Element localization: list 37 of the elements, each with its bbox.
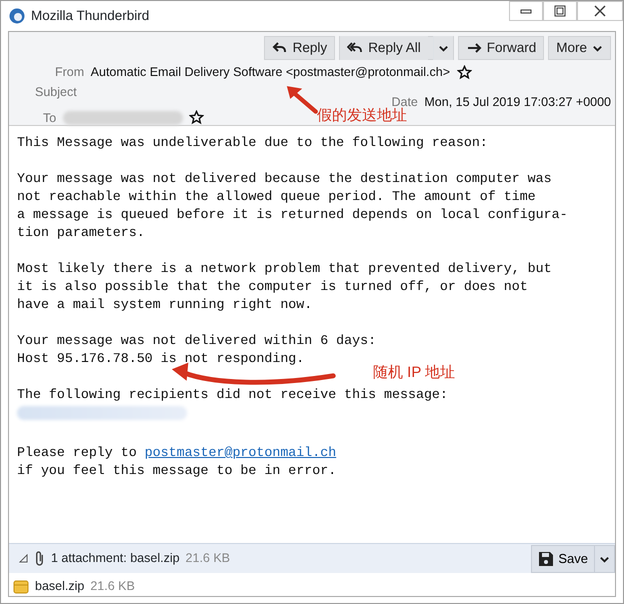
maximize-button[interactable] [543, 1, 577, 21]
dropdown-caret-button[interactable] [432, 36, 453, 60]
message-paragraph: Your message was not delivered because the destination computer was not reachable within the allowed queue period. The amount of time a message is queued before it is returned depends on local configura- tion parameters. [17, 170, 569, 242]
app-logo-icon [9, 8, 25, 24]
window-title: Mozilla Thunderbird [31, 6, 150, 25]
restore-icon [554, 5, 566, 17]
to-label: To [43, 110, 56, 126]
star-icon[interactable] [189, 110, 204, 126]
reply-button[interactable]: Reply [264, 36, 336, 60]
close-button[interactable] [577, 1, 623, 21]
more-button[interactable]: More [548, 36, 611, 60]
sender-address: Automatic Email Delivery Software <postmaster@protonmail.ch> [90, 64, 450, 81]
forward-button[interactable]: Forward [458, 36, 544, 60]
file-size: 21.6 KB [90, 578, 135, 596]
annotation-label: 随机 IP 地址 [373, 363, 456, 383]
file-name[interactable]: basel.zip [35, 577, 84, 596]
date-label: Date [391, 94, 418, 109]
attachment-summary: 1 attachment: basel.zip [51, 550, 180, 568]
paperclip-icon [34, 550, 45, 568]
email-link[interactable]: postmaster@protonmail.ch [144, 445, 336, 460]
collapse-toggle-icon[interactable] [19, 554, 28, 564]
annotation-label: 假的发送地址 [317, 106, 407, 126]
date-value: Mon, 15 Jul 2019 17:03:27 +0000 [424, 94, 611, 111]
close-icon [594, 5, 606, 17]
message-paragraph: This Message was undeliverable due to the following reason: [17, 134, 489, 152]
from-label: From [55, 64, 84, 81]
reply-all-button[interactable]: Reply All [340, 36, 428, 60]
subject-label: Subject [35, 84, 77, 101]
attachment-size: 21.6 KB [186, 550, 230, 568]
message-paragraph: Your message was not delivered within 6 days: Host 95.176.78.50 is not responding. [17, 332, 376, 366]
archive-file-icon [13, 580, 29, 594]
minimize-icon [520, 8, 532, 14]
message-paragraph: The following recipients did not receive this message: [17, 386, 449, 404]
message-paragraph: Most likely there is a network problem that prevented delivery, but it is also possible that the computer is turned off, or does not have a mail system running right now. [17, 260, 553, 314]
minimize-button[interactable] [509, 1, 543, 21]
message-paragraph: Please reply to postmaster@protonmail.ch if you feel this message to be in error. [17, 444, 338, 480]
star-icon[interactable] [456, 64, 472, 80]
